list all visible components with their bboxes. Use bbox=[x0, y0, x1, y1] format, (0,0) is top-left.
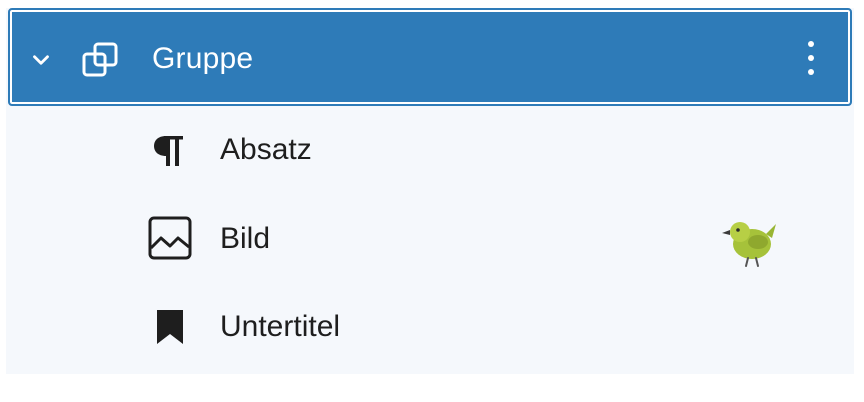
block-list-view: Gruppe Absatz Bild Untertitel bbox=[6, 8, 854, 374]
bird-icon bbox=[722, 222, 776, 267]
list-item-label: Gruppe bbox=[152, 42, 254, 75]
chevron-down-icon[interactable] bbox=[28, 47, 54, 73]
bookmark-icon bbox=[157, 310, 183, 344]
list-item-label: Absatz bbox=[220, 133, 312, 166]
image-icon bbox=[148, 216, 192, 260]
list-item-gruppe[interactable]: Gruppe bbox=[8, 8, 852, 106]
group-icon bbox=[82, 42, 118, 77]
more-vertical-icon[interactable] bbox=[796, 36, 826, 80]
list-item-label: Untertitel bbox=[220, 310, 341, 343]
list-item-absatz[interactable]: Absatz bbox=[6, 118, 854, 184]
list-item-bild[interactable]: Bild bbox=[6, 204, 854, 274]
list-item-untertitel[interactable]: Untertitel bbox=[6, 294, 854, 360]
paragraph-icon bbox=[154, 136, 183, 166]
list-item-label: Bild bbox=[220, 222, 271, 255]
